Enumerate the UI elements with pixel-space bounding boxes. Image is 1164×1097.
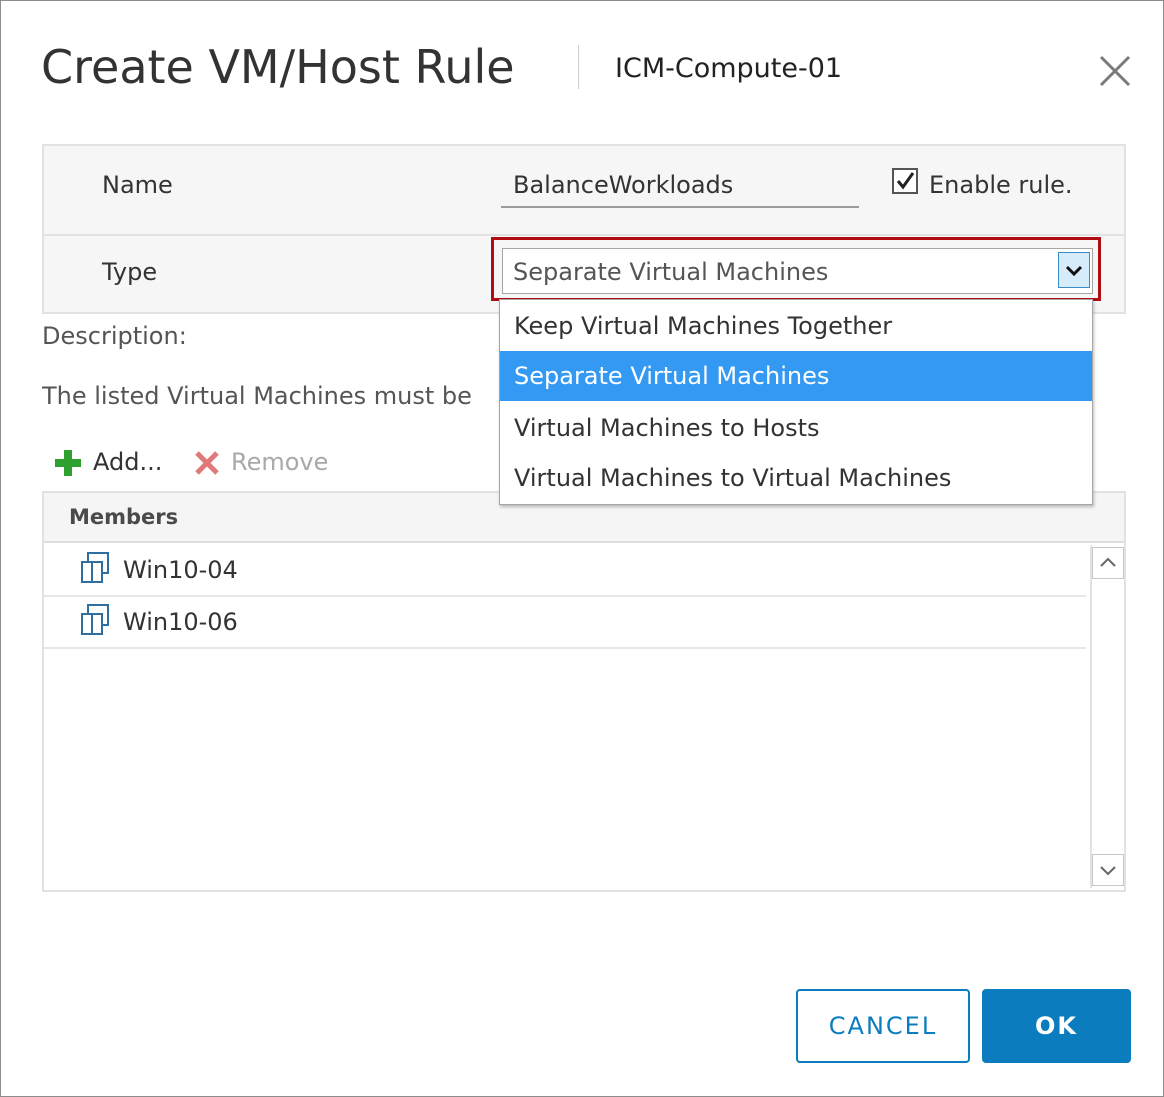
chevron-down-icon[interactable]	[1058, 252, 1090, 288]
type-option-vms-to-hosts[interactable]: Virtual Machines to Hosts	[500, 403, 1092, 453]
plus-icon	[55, 450, 81, 476]
cancel-button[interactable]: CANCEL	[796, 989, 970, 1063]
create-vm-host-rule-dialog: Create VM/Host Rule ICM-Compute-01 Name …	[0, 0, 1164, 1097]
members-grid: Members Win10-04 Win10-06	[42, 491, 1126, 892]
scroll-up-button[interactable]	[1092, 547, 1124, 579]
title-divider	[578, 45, 579, 89]
vm-icon	[81, 604, 109, 635]
name-label: Name	[102, 171, 173, 199]
description-label: Description:	[42, 322, 187, 350]
chevron-up-icon	[1100, 557, 1116, 567]
add-button-label: Add...	[93, 448, 163, 476]
members-column-header[interactable]: Members	[69, 503, 178, 531]
remove-button-label: Remove	[231, 448, 329, 476]
checkmark-icon	[896, 172, 915, 190]
x-icon	[195, 451, 219, 475]
chevron-down-icon	[1100, 866, 1116, 876]
type-select[interactable]: Separate Virtual Machines	[502, 248, 1093, 294]
close-icon[interactable]	[1097, 53, 1133, 89]
type-label: Type	[102, 258, 158, 286]
type-option-separate[interactable]: Separate Virtual Machines	[500, 351, 1092, 401]
form-divider	[44, 234, 1124, 236]
enable-rule-checkbox[interactable]	[892, 168, 918, 194]
cluster-name: ICM-Compute-01	[615, 53, 843, 84]
name-input[interactable]	[501, 164, 859, 208]
type-option-vms-to-vms[interactable]: Virtual Machines to Virtual Machines	[500, 453, 1092, 503]
members-scrollbar[interactable]	[1090, 545, 1124, 888]
description-text: The listed Virtual Machines must be	[42, 382, 472, 410]
enable-rule-label: Enable rule.	[929, 171, 1073, 199]
dialog-title: Create VM/Host Rule	[41, 40, 515, 94]
table-row[interactable]: Win10-04	[44, 545, 1086, 597]
vm-name: Win10-04	[123, 556, 238, 584]
table-row[interactable]: Win10-06	[44, 597, 1086, 649]
type-option-keep-together[interactable]: Keep Virtual Machines Together	[500, 301, 1092, 351]
type-dropdown-list: Keep Virtual Machines Together Separate …	[499, 299, 1093, 505]
vm-name: Win10-06	[123, 608, 238, 636]
scroll-down-button[interactable]	[1092, 854, 1124, 886]
ok-button[interactable]: OK	[982, 989, 1131, 1063]
vm-icon	[81, 552, 109, 583]
type-select-value: Separate Virtual Machines	[513, 258, 829, 286]
